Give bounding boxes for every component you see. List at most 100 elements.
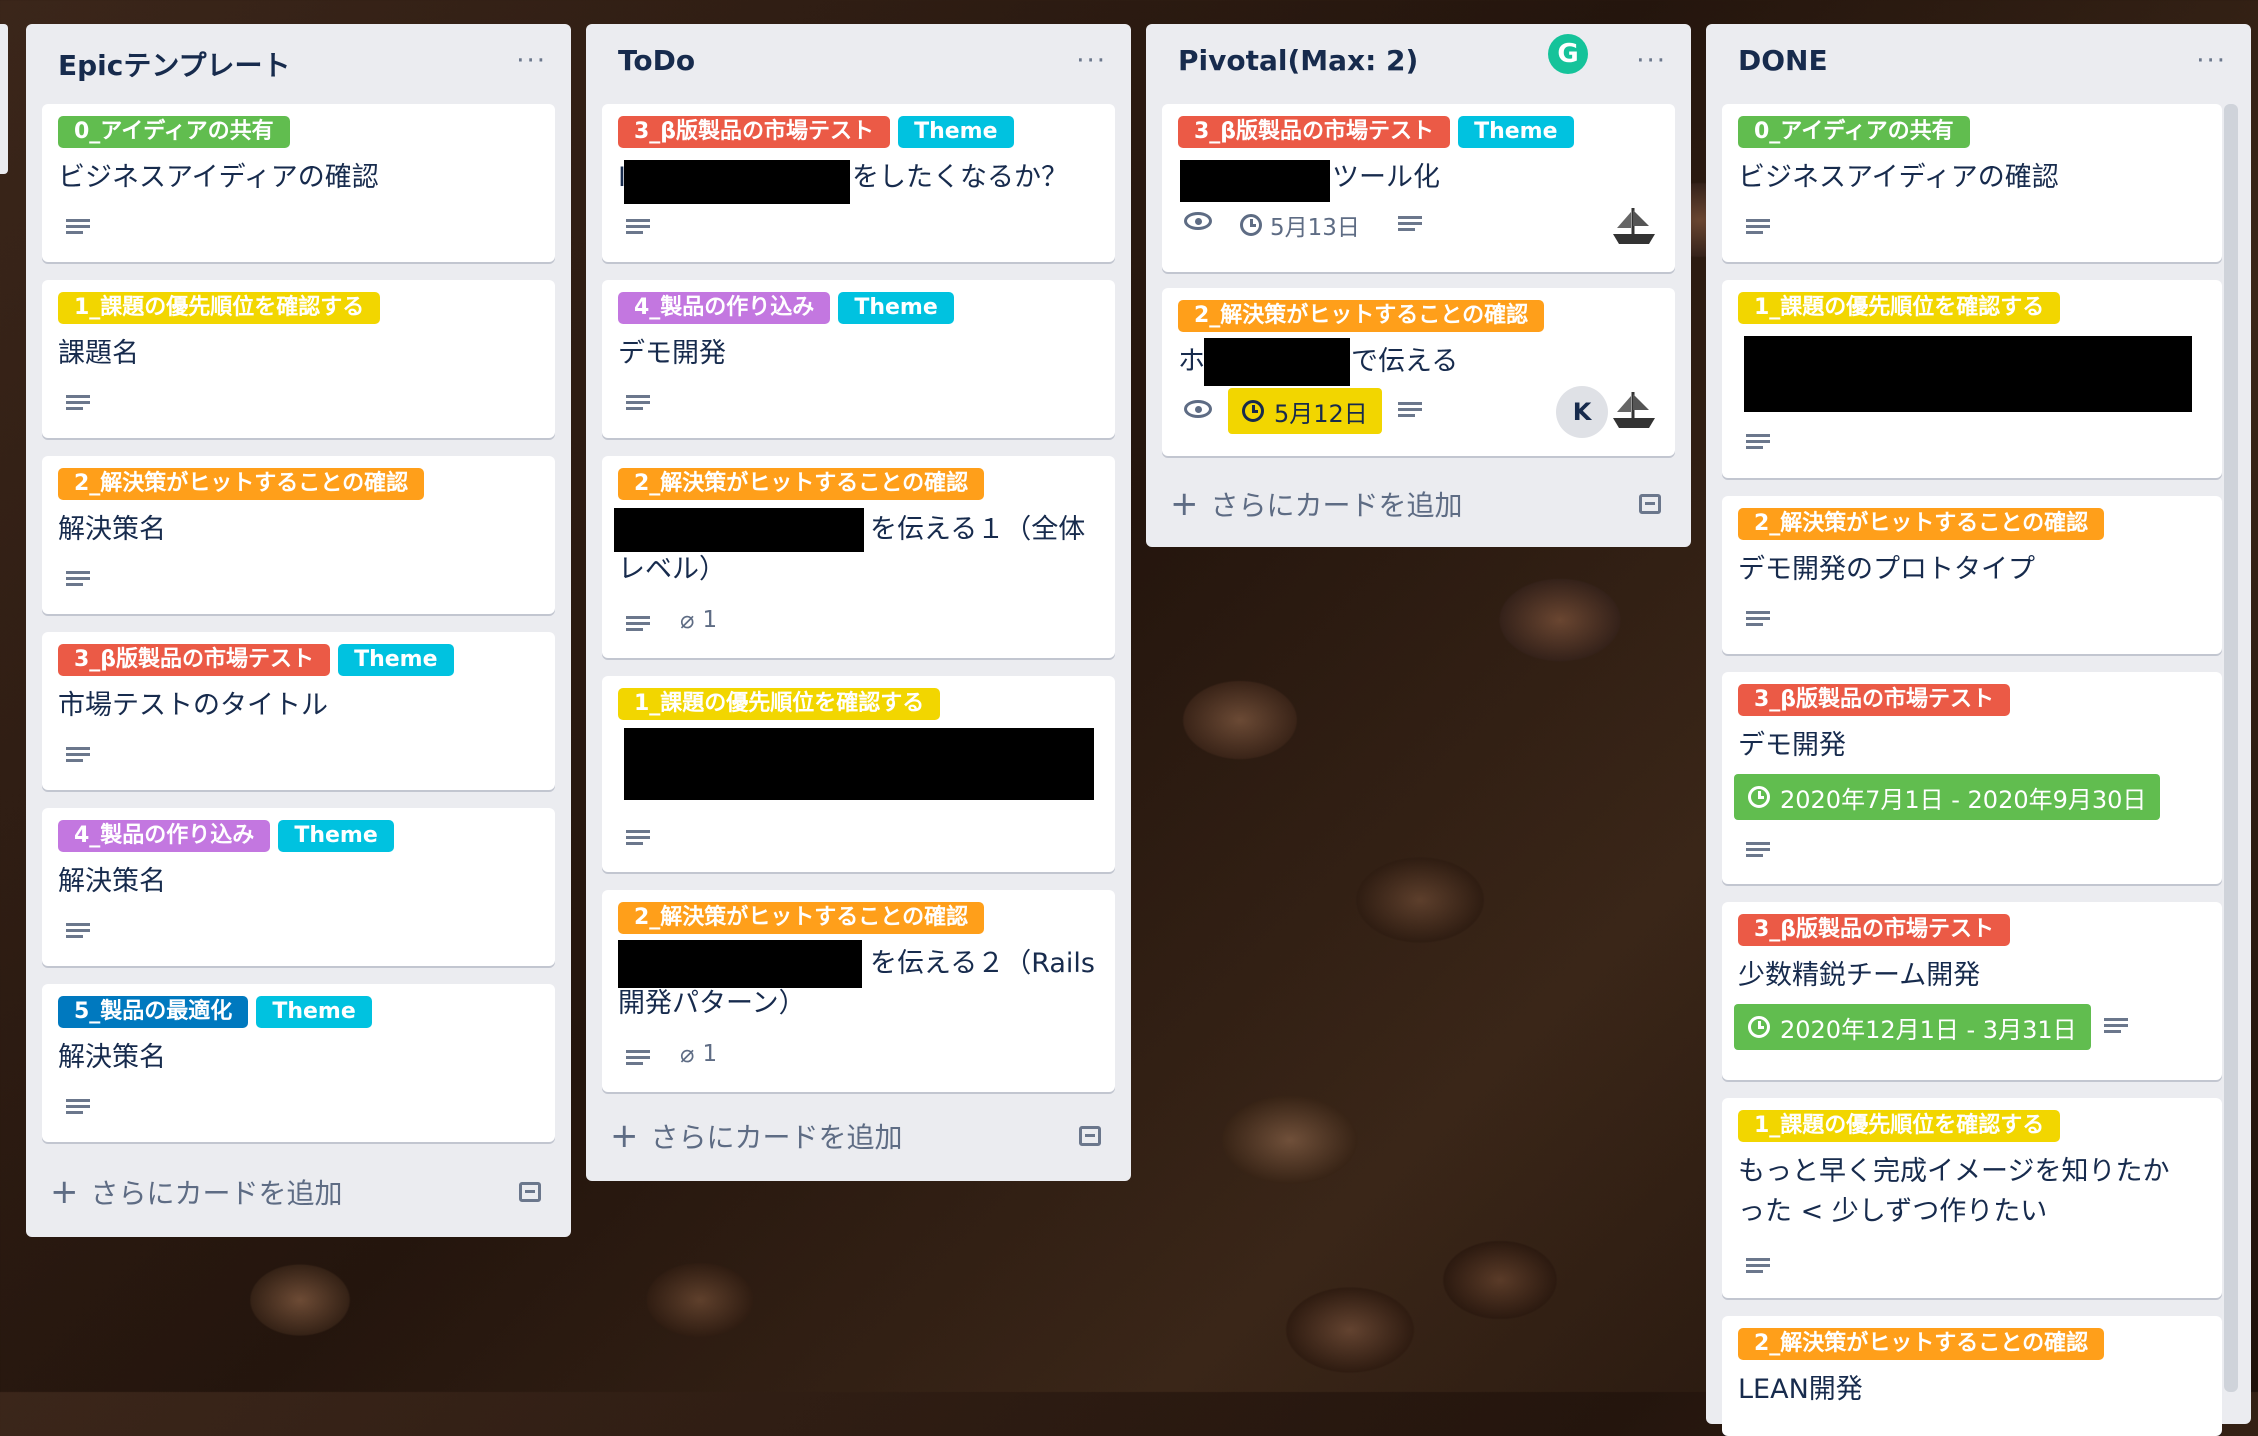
card-title: 少数精鋭チーム開発 bbox=[1738, 960, 1981, 991]
card-label[interactable]: 1_課題の優先順位を確認する bbox=[618, 688, 941, 720]
list-title[interactable]: ToDo bbox=[618, 44, 695, 77]
add-card-button[interactable]: + さらにカードを追加 bbox=[610, 1116, 903, 1156]
date-range-badge[interactable]: 2020年12月1日 - 3月31日 bbox=[1734, 1004, 2091, 1050]
list-menu-button[interactable]: ··· bbox=[1076, 46, 1107, 76]
card[interactable]: 2_解決策がヒットすることの確認 を伝える２（Rails 開発パターン） ⌀ 1 bbox=[602, 890, 1115, 1092]
card-label[interactable]: 0_アイディアの共有 bbox=[58, 116, 290, 148]
card-label-theme[interactable]: Theme bbox=[256, 996, 372, 1028]
description-icon bbox=[66, 747, 90, 767]
card-label[interactable]: 4_製品の作り込み bbox=[618, 292, 831, 324]
description-icon bbox=[626, 395, 650, 415]
description-icon bbox=[66, 219, 90, 239]
date-range-badge[interactable]: 2020年7月1日 - 2020年9月30日 bbox=[1734, 774, 2161, 820]
redaction-block bbox=[624, 160, 850, 204]
card[interactable]: 1_課題の優先順位を確認する 課題名 bbox=[42, 280, 555, 438]
card-title: デモ開発 bbox=[618, 338, 726, 369]
card-label[interactable]: 1_課題の優先順位を確認する bbox=[1738, 292, 2061, 324]
redaction-block bbox=[1744, 336, 2192, 412]
card[interactable]: 0_アイディアの共有 ビジネスアイディアの確認 bbox=[1722, 104, 2222, 262]
card[interactable]: 3_β版製品の市場テスト デモ開発 2020年7月1日 - 2020年9月30日 bbox=[1722, 672, 2222, 884]
list-menu-button[interactable]: ··· bbox=[1636, 46, 1667, 76]
add-card-button[interactable]: + さらにカードを追加 bbox=[50, 1172, 343, 1212]
card[interactable]: 3_β版製品の市場テスト 少数精鋭チーム開発 2020年12月1日 - 3月31… bbox=[1722, 902, 2222, 1080]
card[interactable]: 0_アイディアの共有 ビジネスアイディアの確認 bbox=[42, 104, 555, 262]
card-label[interactable]: 5_製品の最適化 bbox=[58, 996, 249, 1028]
list-title[interactable]: Pivotal(Max: 2) bbox=[1178, 44, 1418, 77]
grammarly-icon[interactable]: G bbox=[1548, 34, 1588, 74]
card-title-text: ツール化 bbox=[1332, 162, 1440, 193]
list-header: Pivotal(Max: 2) G ··· bbox=[1146, 24, 1691, 100]
card[interactable]: 3_β版製品の市場テスト Theme I をしたくなるか？ bbox=[602, 104, 1115, 262]
card-label[interactable]: 3_β版製品の市場テスト bbox=[1178, 116, 1451, 148]
card-label[interactable]: 2_解決策がヒットすることの確認 bbox=[58, 468, 425, 500]
member-avatar[interactable]: K bbox=[1556, 386, 1608, 438]
card[interactable]: 1_課題の優先順位を確認する bbox=[602, 676, 1115, 872]
card-label[interactable]: 3_β版製品の市場テスト bbox=[618, 116, 891, 148]
card[interactable]: 5_製品の最適化 Theme 解決策名 bbox=[42, 984, 555, 1142]
attachment-badge: ⌀ 1 bbox=[680, 606, 717, 634]
card-template-icon[interactable] bbox=[1079, 1126, 1101, 1146]
card[interactable]: 4_製品の作り込み Theme デモ開発 bbox=[602, 280, 1115, 438]
card-label-theme[interactable]: Theme bbox=[278, 820, 394, 852]
plus-icon: + bbox=[50, 1172, 79, 1212]
clock-icon bbox=[1748, 1016, 1770, 1038]
eye-icon bbox=[1184, 400, 1212, 418]
card-label-theme[interactable]: Theme bbox=[1458, 116, 1574, 148]
card[interactable]: 3_β版製品の市場テスト Theme ツール化 5月13日 bbox=[1162, 104, 1675, 272]
clock-icon bbox=[1242, 400, 1264, 422]
plus-icon: + bbox=[1170, 484, 1199, 524]
card[interactable]: 3_β版製品の市場テスト Theme 市場テストのタイトル bbox=[42, 632, 555, 790]
card-label[interactable]: 1_課題の優先順位を確認する bbox=[58, 292, 381, 324]
card[interactable]: 1_課題の優先順位を確認する もっと早く完成イメージを知りたか った < 少しず… bbox=[1722, 1098, 2222, 1298]
card-title: ビジネスアイディアの確認 bbox=[58, 162, 379, 193]
card[interactable]: 2_解決策がヒットすることの確認 解決策名 bbox=[42, 456, 555, 614]
due-date: 5月12日 bbox=[1274, 399, 1368, 428]
card-label[interactable]: 2_解決策がヒットすることの確認 bbox=[1738, 1328, 2105, 1360]
card[interactable]: 2_解決策がヒットすることの確認 LEAN開発 bbox=[1722, 1316, 2222, 1436]
attachment-badge: ⌀ 1 bbox=[680, 1040, 717, 1068]
card-label-theme[interactable]: Theme bbox=[838, 292, 954, 324]
card-label[interactable]: 3_β版製品の市場テスト bbox=[1738, 684, 2011, 716]
card[interactable]: 4_製品の作り込み Theme 解決策名 bbox=[42, 808, 555, 966]
card-label-theme[interactable]: Theme bbox=[898, 116, 1014, 148]
card-label[interactable]: 3_β版製品の市場テスト bbox=[58, 644, 331, 676]
card[interactable]: 2_解決策がヒットすることの確認 を伝える１（全体 レベル） ⌀ 1 bbox=[602, 456, 1115, 658]
watch-badge bbox=[1184, 212, 1212, 230]
due-date-badge[interactable]: 5月12日 bbox=[1228, 388, 1382, 434]
card-title: 解決策名 bbox=[58, 1042, 166, 1073]
due-date-badge[interactable]: 5月13日 bbox=[1240, 208, 1360, 242]
card[interactable]: 2_解決策がヒットすることの確認 ホ で伝える 5月12日 K bbox=[1162, 288, 1675, 456]
card-label[interactable]: 2_解決策がヒットすることの確認 bbox=[1738, 508, 2105, 540]
clock-icon bbox=[1240, 214, 1262, 236]
attachment-count: 1 bbox=[702, 607, 718, 633]
card-label-theme[interactable]: Theme bbox=[338, 644, 454, 676]
add-card-button[interactable]: + さらにカードを追加 bbox=[1170, 484, 1463, 524]
card-template-icon[interactable] bbox=[1639, 494, 1661, 514]
list-title[interactable]: Epicテンプレート bbox=[58, 44, 291, 84]
card-title-text: をしたくなるか？ bbox=[851, 162, 1068, 193]
redaction-block bbox=[1204, 338, 1350, 386]
card-label[interactable]: 2_解決策がヒットすることの確認 bbox=[1178, 300, 1545, 332]
card-label[interactable]: 2_解決策がヒットすることの確認 bbox=[618, 902, 985, 934]
card[interactable]: 2_解決策がヒットすることの確認 デモ開発のプロトタイプ bbox=[1722, 496, 2222, 654]
card-label[interactable]: 4_製品の作り込み bbox=[58, 820, 271, 852]
date-range: 2020年7月1日 - 2020年9月30日 bbox=[1780, 785, 2147, 814]
description-icon bbox=[66, 1099, 90, 1119]
card-label[interactable]: 1_課題の優先順位を確認する bbox=[1738, 1110, 2061, 1142]
list-header: Epicテンプレート ··· bbox=[26, 24, 571, 100]
list-menu-button[interactable]: ··· bbox=[516, 46, 547, 76]
card-template-icon[interactable] bbox=[519, 1182, 541, 1202]
card-label[interactable]: 3_β版製品の市場テスト bbox=[1738, 914, 2011, 946]
card-label[interactable]: 2_解決策がヒットすることの確認 bbox=[618, 468, 985, 500]
card[interactable]: 1_課題の優先順位を確認する bbox=[1722, 280, 2222, 478]
card-title-line: もっと早く完成イメージを知りたか bbox=[1738, 1156, 2170, 1187]
date-range: 2020年12月1日 - 3月31日 bbox=[1780, 1015, 2077, 1044]
list-todo: ToDo ··· 3_β版製品の市場テスト Theme I をしたくなるか？ 4_… bbox=[586, 24, 1131, 1181]
eye-icon bbox=[1184, 212, 1212, 230]
card-title: デモ開発のプロトタイプ bbox=[1738, 554, 2035, 585]
list-scrollbar[interactable] bbox=[2224, 104, 2238, 1392]
card-label[interactable]: 0_アイディアの共有 bbox=[1738, 116, 1970, 148]
list-menu-button[interactable]: ··· bbox=[2196, 46, 2227, 76]
description-icon bbox=[1746, 1258, 1770, 1278]
list-title[interactable]: DONE bbox=[1738, 44, 1828, 77]
